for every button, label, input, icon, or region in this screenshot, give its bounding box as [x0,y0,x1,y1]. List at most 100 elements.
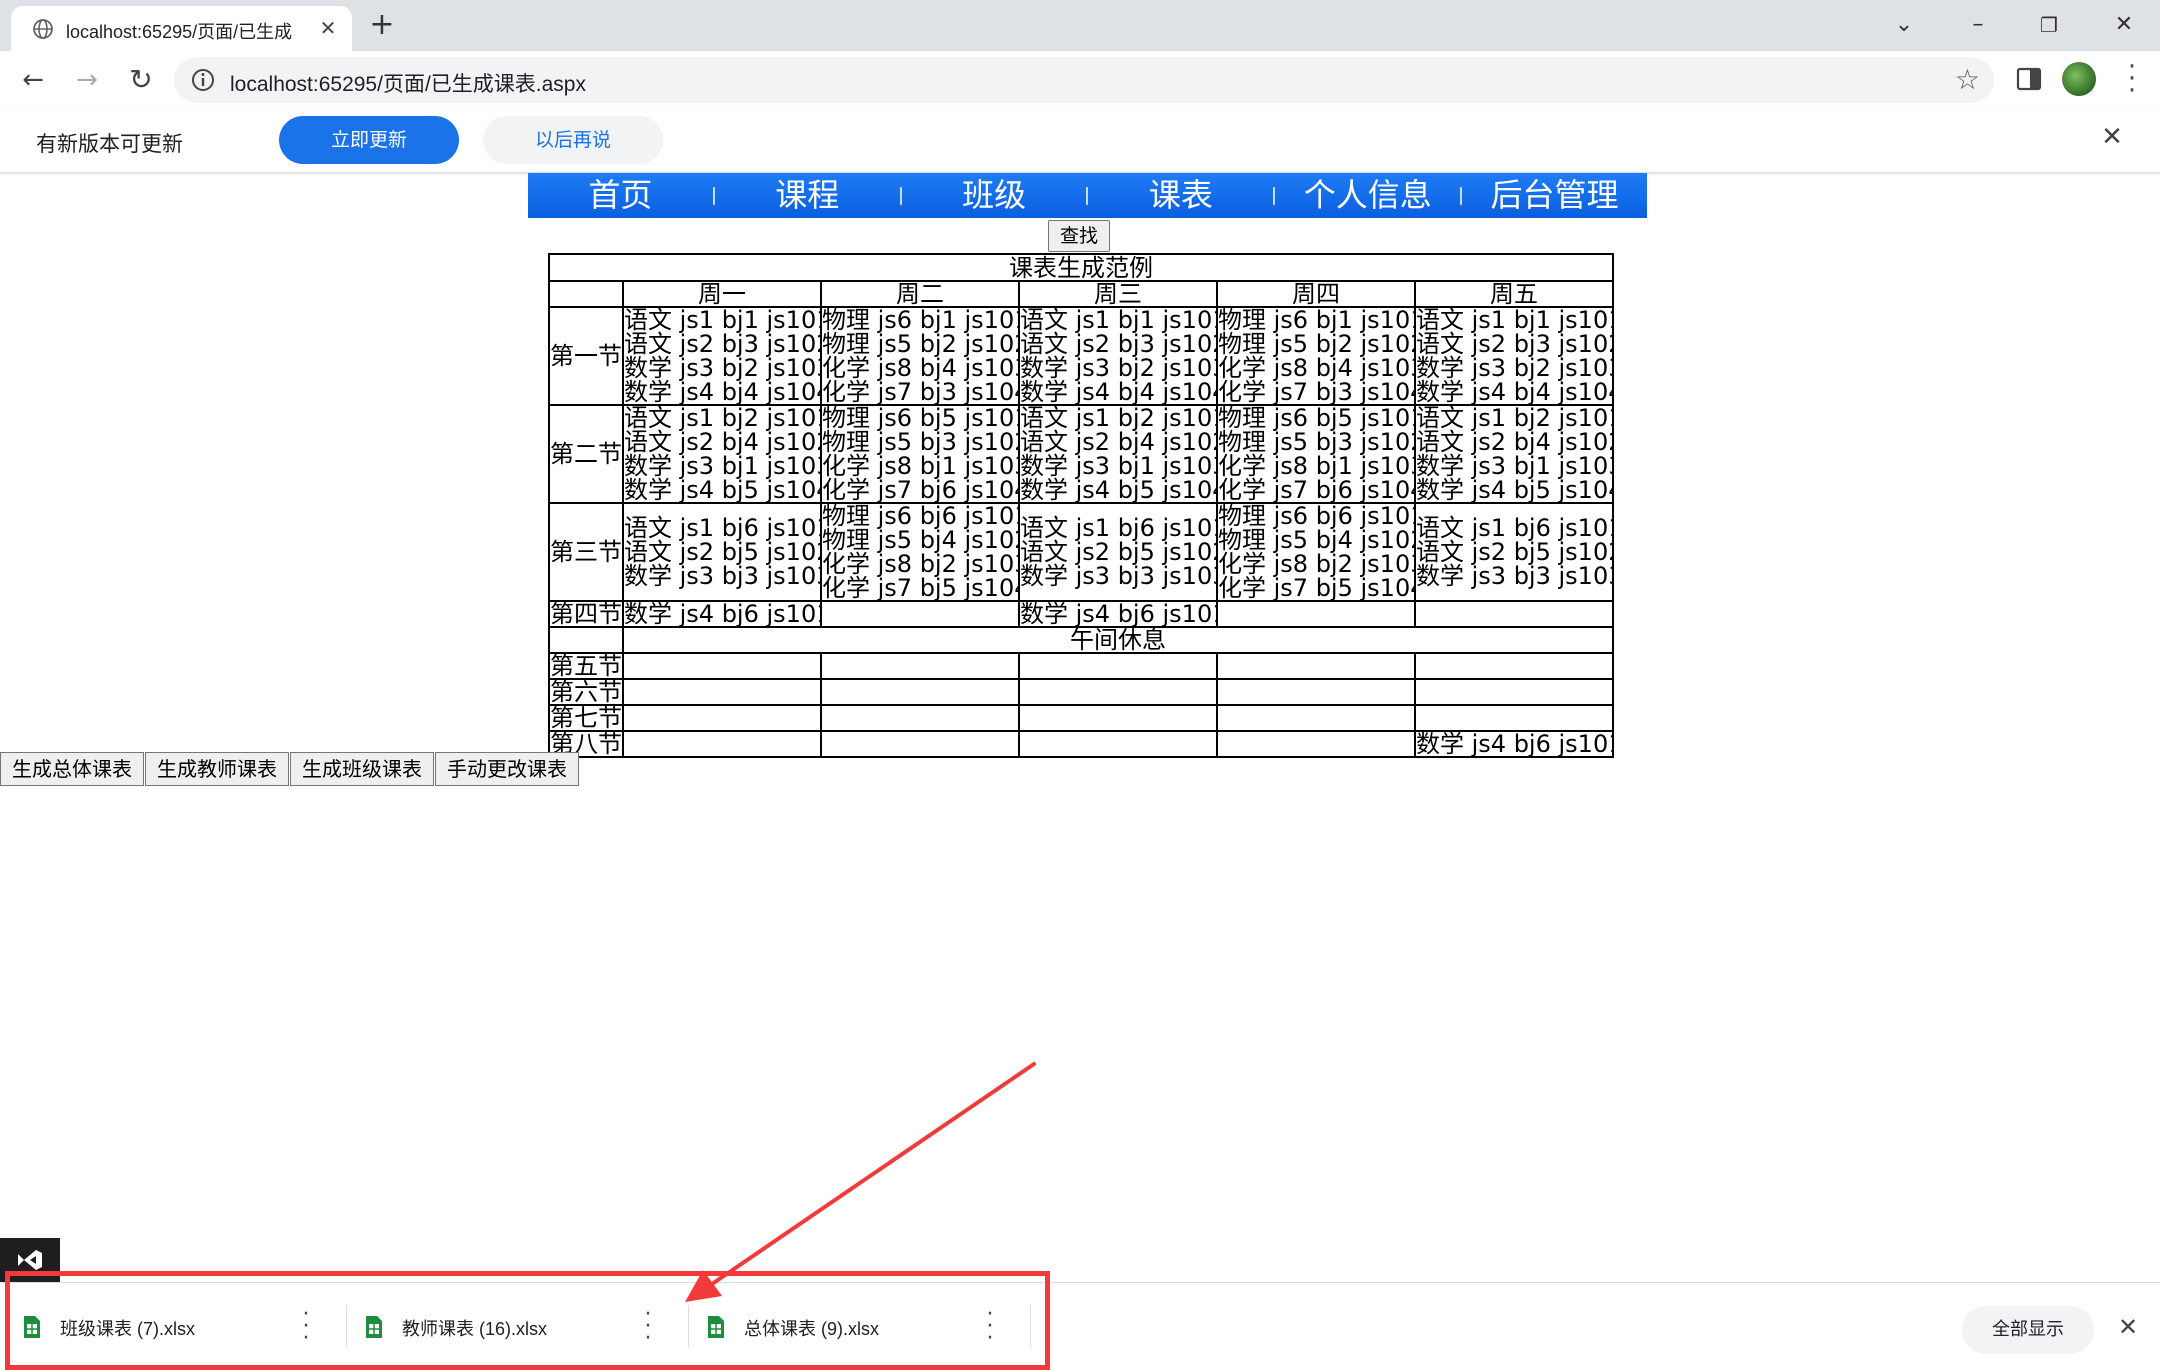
class-entry: 语文 js1 bj6 js101 [1416,514,1614,542]
class-entry: 数学 js4 bj6 js101 [1416,731,1614,757]
schedule-cell[interactable] [1018,678,1218,706]
schedule-cell[interactable] [622,678,822,706]
url-text[interactable]: localhost:65295/页面/已生成课表.aspx [230,68,586,98]
tab-title: localhost:65295/页面/已生成 [66,22,293,42]
schedule-table: 课表生成范例 周一 周二 周三 周四 周五 第一节 语文 js1 bj1 js10… [547,253,1615,758]
show-all-downloads-button[interactable]: 全部显示 [1962,1306,2094,1354]
nav-courses[interactable]: 课程 [715,173,900,218]
period-row: 第六节 [548,678,1615,706]
schedule-cell[interactable]: 语文 js1 bj2 js101 语文 js2 bj4 js102 数学 js3 b… [622,404,822,504]
schedule-cell[interactable] [1216,704,1416,732]
site-nav-bar: 首页 课程 班级 课表 个人信息 后台管理 [528,173,1647,218]
schedule-cell[interactable] [1216,730,1416,758]
schedule-cell[interactable] [1413,600,1615,628]
schedule-cell[interactable]: 语文 js1 bj6 js101 语文 js2 bj5 js102 数学 js3 b… [622,502,822,602]
restore-icon[interactable]: ❐ [2029,8,2069,42]
schedule-cell[interactable]: 物理 js6 bj6 js101 物理 js5 bj4 js102 化学 js8 b… [1216,502,1416,602]
schedule-cell[interactable] [820,704,1020,732]
schedule-cell[interactable] [820,730,1020,758]
download-menu-icon[interactable]: · · · [296,1304,316,1350]
class-entry: 语文 js2 bj4 js102 [1416,428,1614,456]
schedule-cell[interactable] [820,678,1020,706]
schedule-cell[interactable]: 物理 js6 bj5 js101 物理 js5 bj3 js102 化学 js8 b… [1216,404,1416,504]
class-entry: 物理 js5 bj2 js102 [822,330,1019,358]
chrome-menu-icon[interactable]: · · · [2120,54,2144,104]
download-filename: 班级课表 (7).xlsx [60,1319,195,1339]
generate-teacher-schedule-button[interactable]: 生成教师课表 [145,752,289,786]
browser-tab[interactable]: localhost:65295/页面/已生成 ✕ [11,6,352,51]
schedule-cell[interactable]: 数学 js4 bj6 js101 [1413,730,1615,758]
schedule-cell[interactable] [1216,678,1416,706]
download-item[interactable]: 班级课表 (7).xlsx · · · [0,1295,340,1357]
download-item[interactable]: 教师课表 (16).xlsx · · · [342,1295,682,1357]
side-panel-icon[interactable] [2014,64,2044,94]
class-entry: 物理 js6 bj6 js101 [1218,503,1415,530]
class-entry: 数学 js3 bj3 js103 [1416,562,1614,590]
manual-edit-schedule-button[interactable]: 手动更改课表 [435,752,579,786]
class-entry: 数学 js3 bj1 js103 [1020,452,1217,480]
schedule-cell[interactable] [1413,678,1615,706]
schedule-cell[interactable]: 语文 js1 bj1 js101 语文 js2 bj3 js102 数学 js3 b… [1018,306,1218,406]
nav-schedule[interactable]: 课表 [1088,173,1273,218]
schedule-cell[interactable]: 物理 js6 bj6 js101 物理 js5 bj4 js102 化学 js8 b… [820,502,1020,602]
schedule-cell[interactable]: 语文 js1 bj2 js101 语文 js2 bj4 js102 数学 js3 b… [1018,404,1218,504]
bookmark-star-icon[interactable]: ☆ [1955,65,1980,95]
schedule-cell[interactable] [1018,704,1218,732]
schedule-cell[interactable]: 语文 js1 bj6 js101 语文 js2 bj5 js102 数学 js3 b… [1413,502,1615,602]
nav-admin[interactable]: 后台管理 [1462,173,1647,218]
excel-file-icon [24,1316,40,1338]
generate-overall-schedule-button[interactable]: 生成总体课表 [0,752,144,786]
profile-avatar[interactable] [2062,62,2096,96]
period-row: 第七节 [548,704,1615,732]
download-shelf-close-icon[interactable]: ✕ [2114,1313,2142,1341]
new-tab-icon[interactable]: + [366,10,398,42]
update-later-button[interactable]: 以后再说 [483,116,663,164]
schedule-cell[interactable] [622,652,822,680]
reload-icon[interactable]: ↻ [124,63,158,97]
generate-class-schedule-button[interactable]: 生成班级课表 [290,752,434,786]
window-close-icon[interactable]: ✕ [2104,8,2144,42]
schedule-cell[interactable]: 物理 js6 bj5 js101 物理 js5 bj3 js102 化学 js8 b… [820,404,1020,504]
infobar-close-icon[interactable]: ✕ [2098,123,2126,151]
schedule-cell[interactable] [820,600,1020,628]
schedule-cell[interactable]: 语文 js1 bj1 js101 语文 js2 bj3 js102 数学 js3 b… [622,306,822,406]
forward-icon[interactable]: → [70,63,104,97]
tab-search-icon[interactable]: ⌄ [1884,8,1924,42]
download-item[interactable]: 总体课表 (9).xlsx · · · [684,1295,1024,1357]
schedule-cell[interactable]: 语文 js1 bj1 js101 语文 js2 bj3 js102 数学 js3 b… [1413,306,1615,406]
class-entry: 物理 js5 bj3 js102 [1218,428,1415,456]
nav-home[interactable]: 首页 [528,173,713,218]
schedule-cell[interactable] [1018,730,1218,758]
site-info-icon[interactable] [190,67,216,93]
schedule-cell[interactable] [1216,652,1416,680]
schedule-cell[interactable] [1216,600,1416,628]
download-menu-icon[interactable]: · · · [638,1304,658,1350]
schedule-cell[interactable]: 物理 js6 bj1 js101 物理 js5 bj2 js102 化学 js8 b… [1216,306,1416,406]
tab-close-icon[interactable]: ✕ [316,16,340,40]
schedule-cell[interactable] [820,652,1020,680]
class-entry: 化学 js7 bj5 js104 [822,574,1019,601]
schedule-cell[interactable] [1018,652,1218,680]
class-entry: 语文 js1 bj1 js101 [1020,307,1217,334]
class-entry: 数学 js3 bj1 js103 [1416,452,1614,480]
schedule-cell[interactable]: 数学 js4 bj6 js101 [1018,600,1218,628]
schedule-cell[interactable]: 物理 js6 bj1 js101 物理 js5 bj2 js102 化学 js8 b… [820,306,1020,406]
visual-studio-badge[interactable] [0,1238,60,1282]
schedule-cell[interactable]: 语文 js1 bj2 js101 语文 js2 bj4 js102 数学 js3 b… [1413,404,1615,504]
update-now-button[interactable]: 立即更新 [279,116,459,164]
download-menu-icon[interactable]: · · · [980,1304,1000,1350]
search-button[interactable]: 查找 [1048,220,1110,252]
schedule-cell[interactable]: 数学 js4 bj6 js101 [622,600,822,628]
nav-classes[interactable]: 班级 [902,173,1087,218]
nav-profile[interactable]: 个人信息 [1275,173,1460,218]
class-entry: 语文 js2 bj5 js102 [1416,538,1614,566]
schedule-cell[interactable] [622,704,822,732]
schedule-cell[interactable] [1413,652,1615,680]
back-icon[interactable]: ← [16,63,50,97]
schedule-cell[interactable]: 语文 js1 bj6 js101 语文 js2 bj5 js102 数学 js3 b… [1018,502,1218,602]
class-entry: 物理 js6 bj1 js101 [1218,307,1415,334]
schedule-cell[interactable] [1413,704,1615,732]
address-bar[interactable]: localhost:65295/页面/已生成课表.aspx ☆ [174,57,1994,103]
minimize-icon[interactable]: – [1958,8,1998,42]
schedule-cell[interactable] [622,730,822,758]
